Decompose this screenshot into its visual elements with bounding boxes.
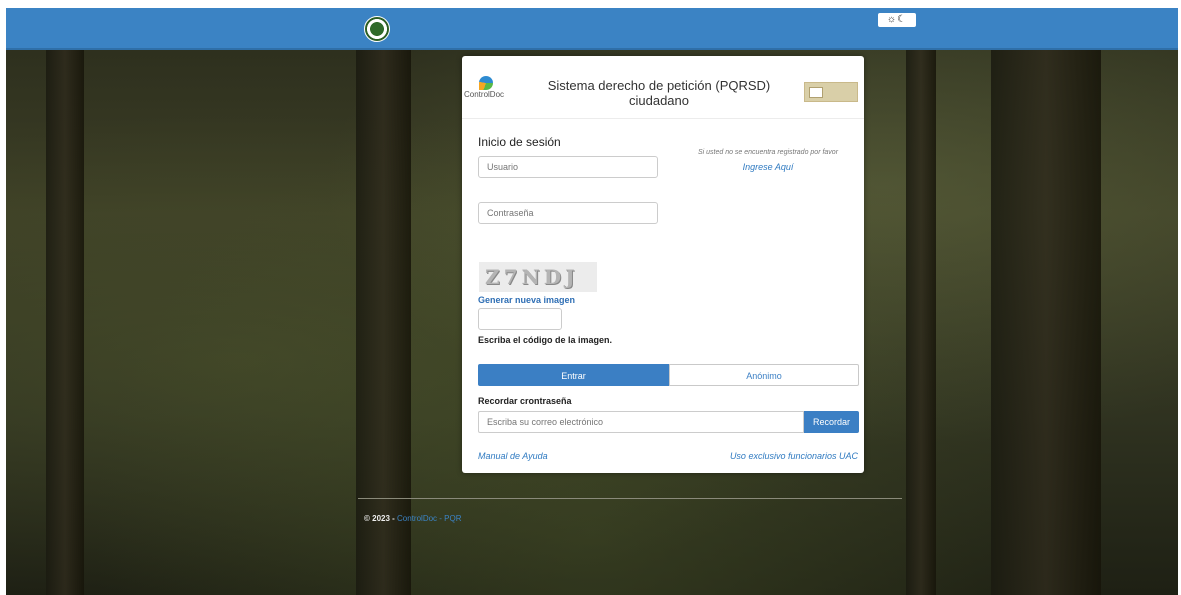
captcha-hint: Escriba el código de la imagen. [478,335,613,345]
page-background: ☼☾ ControlDoc Sistema derecho de petició… [6,8,1178,595]
captcha-code: Z7NDJ [485,265,579,289]
footer-copyright: © 2023 - [364,514,398,523]
institution-badge-logo [804,82,858,102]
recover-button[interactable]: Recordar [804,411,859,433]
captcha-image: Z7NDJ [479,262,597,292]
register-link[interactable]: Ingrese Aquí [688,162,848,172]
top-navbar: ☼☾ [6,8,1178,50]
uac-staff-link[interactable]: Uso exclusivo funcionarios UAC [730,451,858,461]
login-card: ControlDoc Sistema derecho de petición (… [462,56,864,473]
page-title: Sistema derecho de petición (PQRSD) ciud… [534,78,784,108]
login-heading: Inicio de sesión [478,135,561,149]
anonymous-button[interactable]: Anónimo [669,364,859,386]
username-input[interactable] [478,156,658,178]
recover-email-input[interactable] [478,411,804,433]
footer: © 2023 - ControlDoc - PQR [364,514,462,523]
controldoc-logo: ControlDoc [464,76,508,106]
footer-controldoc-link[interactable]: ControlDoc - PQR [397,514,461,523]
captcha-input[interactable] [478,308,562,330]
controldoc-leaf-icon [479,76,493,90]
recover-password-heading: Recordar crontraseña [478,396,572,406]
password-input[interactable] [478,202,658,224]
footer-divider [358,498,902,499]
enter-button[interactable]: Entrar [478,364,669,386]
page-title-line2: ciudadano [629,93,689,108]
theme-toggle-button[interactable]: ☼☾ [878,13,916,27]
institution-seal-icon[interactable] [364,16,390,42]
tree-trunk [991,48,1101,595]
help-manual-link[interactable]: Manual de Ayuda [478,451,548,461]
page-title-line1: Sistema derecho de petición (PQRSD) [547,78,771,93]
tree-trunk [906,48,936,595]
tree-trunk [356,48,411,595]
register-note: Si usted no se encuentra registrado por … [697,149,839,156]
controldoc-logo-text: ControlDoc [464,90,505,99]
tree-trunk [46,48,84,595]
card-header: ControlDoc Sistema derecho de petición (… [462,56,864,119]
captcha-regenerate-link[interactable]: Generar nueva imagen [478,295,575,305]
